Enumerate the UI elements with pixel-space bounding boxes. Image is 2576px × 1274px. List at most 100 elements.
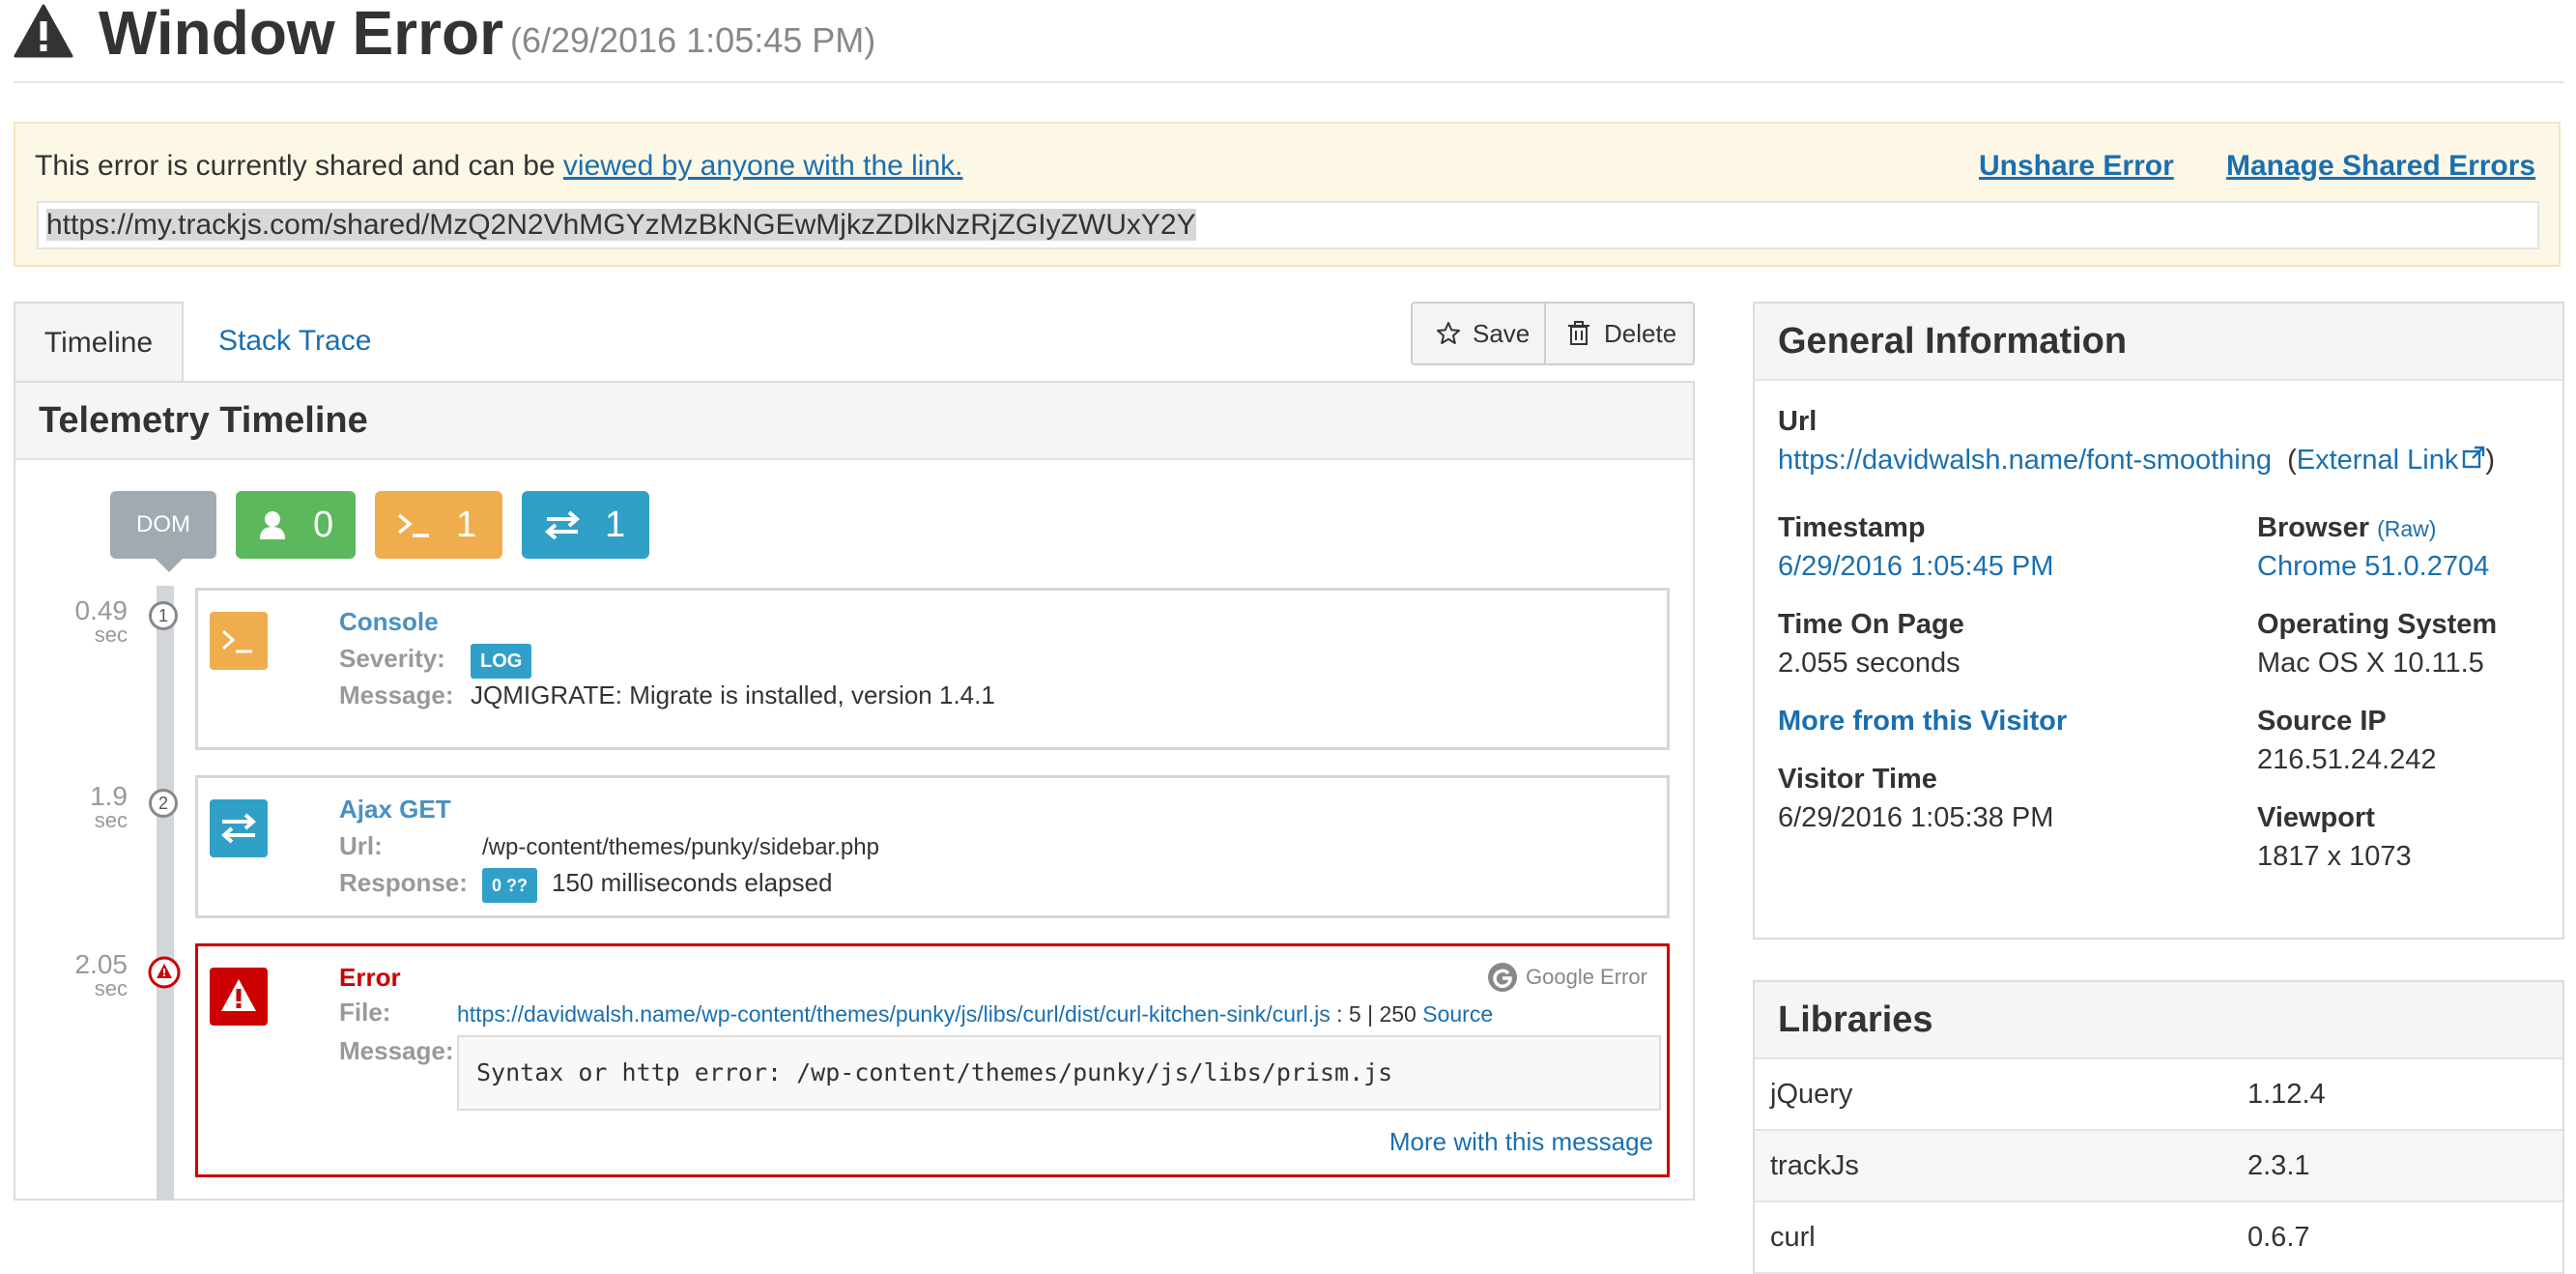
source-ip-value: 216.51.24.242	[2257, 744, 2437, 775]
visitor-time-label: Visitor Time	[1778, 764, 1937, 795]
message-label: Message:	[339, 680, 454, 709]
general-information-header: General Information	[1755, 304, 2562, 381]
google-error-link[interactable]: Google Error	[1526, 962, 1647, 993]
library-name: jQuery	[1770, 1079, 1853, 1110]
os-label: Operating System	[2257, 609, 2498, 640]
libraries-header: Libraries	[1755, 982, 2562, 1059]
tab-timeline[interactable]: Timeline	[14, 302, 184, 381]
page-header: Window Error (6/29/2016 1:05:45 PM)	[14, 0, 2564, 83]
delete-button[interactable]: Delete	[1546, 304, 1693, 363]
message-label: Message:	[339, 1036, 454, 1065]
general-information-title: General Information	[1778, 321, 2128, 362]
network-filter-count: 1	[605, 505, 626, 545]
error-file-link[interactable]: https://davidwalsh.name/wp-content/theme…	[457, 1001, 1331, 1027]
star-icon	[1437, 322, 1460, 344]
error-event-icon-box	[210, 968, 268, 1026]
page-title: Window Error	[99, 0, 503, 68]
view-shared-link[interactable]: viewed by anyone with the link.	[563, 150, 963, 182]
os-value: Mac OS X 10.11.5	[2257, 648, 2484, 679]
library-version: 1.12.4	[2247, 1079, 2326, 1110]
viewport-value: 1817 x 1073	[2257, 841, 2412, 872]
console-filter-button[interactable]: 1	[375, 491, 502, 559]
time-on-page-label: Time On Page	[1778, 609, 1964, 640]
dom-filter-button[interactable]: DOM	[110, 491, 216, 559]
library-name: curl	[1770, 1222, 1816, 1253]
browser-raw-link[interactable]: (Raw)	[2377, 516, 2436, 541]
unshare-error-link[interactable]: Unshare Error	[1979, 145, 2174, 188]
url-label: Url:	[339, 831, 383, 860]
ajax-url: /wp-content/themes/punky/sidebar.php	[482, 834, 879, 860]
general-information-panel: General Information Url https://davidwal…	[1753, 302, 2564, 940]
event-type: Error	[339, 963, 401, 992]
timeline-rail	[157, 586, 174, 1201]
library-version: 2.3.1	[2247, 1150, 2310, 1181]
user-icon	[260, 511, 285, 539]
error-file-position: : 5 | 250	[1336, 1001, 1417, 1027]
libraries-panel: Libraries jQuery 1.12.4 trackJs 2.3.1 cu…	[1753, 980, 2564, 1274]
response-time: 150 milliseconds elapsed	[552, 868, 833, 897]
event-time: 1.9 sec	[15, 783, 128, 831]
tab-stack-trace[interactable]: Stack Trace	[218, 302, 371, 381]
terminal-icon	[221, 629, 252, 653]
save-button[interactable]: Save	[1413, 304, 1546, 363]
browser-label: Browser	[2257, 512, 2370, 543]
event-time-unit: sec	[94, 808, 128, 832]
url-row: https://davidwalsh.name/font-smoothing (…	[1778, 445, 2496, 476]
console-event-icon-box	[210, 612, 268, 670]
page-url-link[interactable]: https://davidwalsh.name/font-smoothing	[1778, 445, 2272, 476]
url-label: Url	[1778, 406, 1818, 437]
google-icon	[1488, 963, 1517, 992]
libraries-title: Libraries	[1778, 999, 1933, 1040]
severity-badge: LOG	[471, 644, 532, 679]
visitor-time-value: 6/29/2016 1:05:38 PM	[1778, 802, 2054, 833]
event-time: 0.49 sec	[15, 597, 129, 646]
source-link[interactable]: Source	[1422, 1001, 1493, 1027]
error-file-line: https://davidwalsh.name/wp-content/theme…	[457, 997, 1493, 1031]
event-time-unit: sec	[94, 976, 128, 1000]
event-time-value: 2.05	[74, 949, 129, 979]
warning-triangle-icon	[14, 4, 73, 58]
more-from-visitor-link[interactable]: More from this Visitor	[1778, 702, 2067, 740]
delete-button-label: Delete	[1604, 319, 1677, 348]
telemetry-timeline-panel: Telemetry Timeline DOM 0 1 1 0.49 sec 1 …	[14, 381, 1695, 1201]
event-step-marker: 2	[149, 789, 178, 818]
timestamp-link[interactable]: 6/29/2016 1:05:45 PM	[1778, 547, 2053, 586]
error-message-box: Syntax or http error: /wp-content/themes…	[457, 1035, 1661, 1111]
share-message-text: This error is currently shared and can b…	[35, 150, 563, 182]
ajax-event-icon-box	[210, 799, 268, 857]
action-button-group: Save Delete	[1411, 302, 1695, 365]
external-link[interactable]: External Link	[2297, 445, 2486, 476]
dom-filter-label: DOM	[136, 511, 190, 537]
share-banner: This error is currently shared and can b…	[14, 122, 2561, 267]
share-url-field[interactable]: https://my.trackjs.com/shared/MzQ2N2VhMG…	[37, 201, 2539, 249]
user-filter-button[interactable]: 0	[236, 491, 356, 559]
more-with-message-link[interactable]: More with this message	[1389, 1124, 1653, 1159]
terminal-icon	[397, 513, 429, 537]
share-url-text: https://my.trackjs.com/shared/MzQ2N2VhMG…	[46, 209, 1196, 241]
console-event: Console Severity: LOG Message: JQMIGRATE…	[195, 588, 1670, 750]
timeline-title: Telemetry Timeline	[39, 400, 368, 441]
library-row: jQuery 1.12.4	[1755, 1059, 2562, 1131]
library-version: 0.6.7	[2247, 1222, 2310, 1253]
network-filter-button[interactable]: 1	[522, 491, 649, 559]
event-type[interactable]: Ajax GET	[339, 792, 451, 826]
exchange-icon	[220, 813, 257, 844]
external-link-label: External Link	[2296, 445, 2459, 476]
status-badge: 0 ??	[482, 868, 538, 903]
event-message: JQMIGRATE: Migrate is installed, version…	[471, 680, 995, 709]
dom-filter-pointer	[156, 559, 183, 572]
ajax-event: Ajax GET Url: /wp-content/themes/punky/s…	[195, 775, 1670, 918]
manage-shared-errors-link[interactable]: Manage Shared Errors	[2226, 145, 2535, 188]
save-button-label: Save	[1473, 319, 1531, 348]
event-type[interactable]: Console	[339, 604, 439, 639]
event-time: 2.05 sec	[15, 949, 129, 1000]
warning-triangle-icon	[221, 979, 256, 1011]
file-label: File:	[339, 998, 391, 1027]
browser-link[interactable]: Chrome 51.0.2704	[2257, 547, 2489, 586]
library-row: trackJs 2.3.1	[1755, 1131, 2562, 1202]
console-filter-count: 1	[456, 505, 477, 545]
library-row: curl 0.6.7	[1755, 1202, 2562, 1274]
viewport-label: Viewport	[2257, 802, 2375, 833]
time-on-page-value: 2.055 seconds	[1778, 648, 1961, 679]
severity-label: Severity:	[339, 644, 445, 673]
